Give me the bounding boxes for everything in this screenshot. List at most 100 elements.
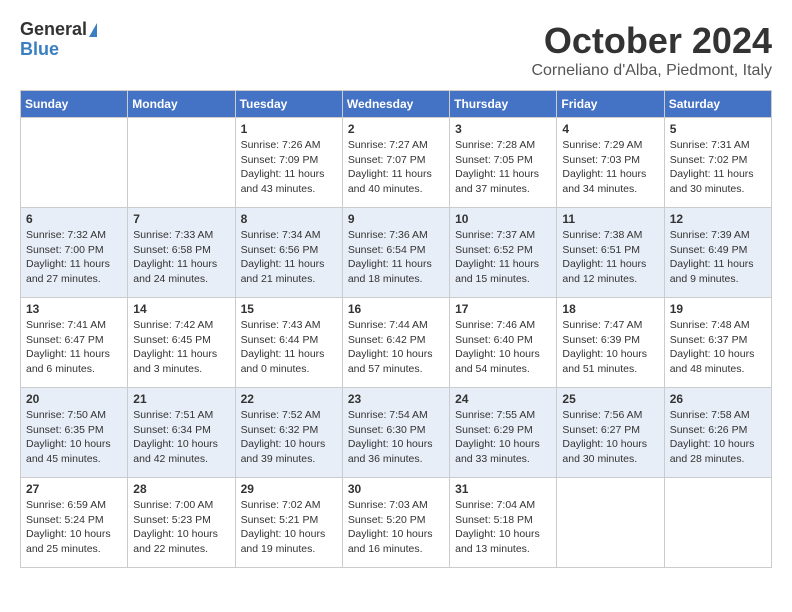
day-content: Sunrise: 7:26 AM Sunset: 7:09 PM Dayligh… bbox=[241, 138, 337, 197]
day-number: 5 bbox=[670, 122, 766, 136]
day-number: 24 bbox=[455, 392, 551, 406]
calendar-cell: 27Sunrise: 6:59 AM Sunset: 5:24 PM Dayli… bbox=[21, 478, 128, 568]
calendar-week-5: 27Sunrise: 6:59 AM Sunset: 5:24 PM Dayli… bbox=[21, 478, 772, 568]
calendar-cell: 6Sunrise: 7:32 AM Sunset: 7:00 PM Daylig… bbox=[21, 208, 128, 298]
day-content: Sunrise: 7:38 AM Sunset: 6:51 PM Dayligh… bbox=[562, 228, 658, 287]
day-content: Sunrise: 7:55 AM Sunset: 6:29 PM Dayligh… bbox=[455, 408, 551, 467]
day-number: 12 bbox=[670, 212, 766, 226]
header-thursday: Thursday bbox=[450, 91, 557, 118]
logo: General Blue bbox=[20, 20, 97, 60]
month-title: October 2024 bbox=[531, 20, 772, 62]
calendar-header: Sunday Monday Tuesday Wednesday Thursday… bbox=[21, 91, 772, 118]
calendar-cell: 2Sunrise: 7:27 AM Sunset: 7:07 PM Daylig… bbox=[342, 118, 449, 208]
calendar-cell: 8 Sunrise: 7:34 AM Sunset: 6:56 PM Daylig… bbox=[235, 208, 342, 298]
day-content: Sunrise: 7:28 AM Sunset: 7:05 PM Dayligh… bbox=[455, 138, 551, 197]
calendar-week-4: 20Sunrise: 7:50 AM Sunset: 6:35 PM Dayli… bbox=[21, 388, 772, 478]
day-number: 14 bbox=[133, 302, 229, 316]
day-content: Sunrise: 7:54 AM Sunset: 6:30 PM Dayligh… bbox=[348, 408, 444, 467]
calendar-cell: 16 Sunrise: 7:44 AM Sunset: 6:42 PM Dayli… bbox=[342, 298, 449, 388]
calendar-cell: 31 Sunrise: 7:04 AM Sunset: 5:18 PM Dayli… bbox=[450, 478, 557, 568]
location-text: Corneliano d'Alba, Piedmont, Italy bbox=[531, 62, 772, 80]
day-number: 26 bbox=[670, 392, 766, 406]
calendar-cell: 13 Sunrise: 7:41 AM Sunset: 6:47 PM Dayli… bbox=[21, 298, 128, 388]
day-number: 31 bbox=[455, 482, 551, 496]
day-number: 25 bbox=[562, 392, 658, 406]
day-content: Sunrise: 7:33 AM Sunset: 6:58 PM Dayligh… bbox=[133, 228, 229, 287]
day-number: 29 bbox=[241, 482, 337, 496]
day-content: Sunrise: 7:48 AM Sunset: 6:37 PM Dayligh… bbox=[670, 318, 766, 377]
day-content: Sunrise: 7:32 AM Sunset: 7:00 PM Dayligh… bbox=[26, 228, 122, 287]
calendar-week-1: 1 Sunrise: 7:26 AM Sunset: 7:09 PM Daylig… bbox=[21, 118, 772, 208]
calendar-cell bbox=[664, 478, 771, 568]
calendar-cell: 11 Sunrise: 7:38 AM Sunset: 6:51 PM Dayli… bbox=[557, 208, 664, 298]
day-number: 23 bbox=[348, 392, 444, 406]
day-number: 21 bbox=[133, 392, 229, 406]
calendar-cell: 10 Sunrise: 7:37 AM Sunset: 6:52 PM Dayli… bbox=[450, 208, 557, 298]
calendar-cell: 5Sunrise: 7:31 AM Sunset: 7:02 PM Daylig… bbox=[664, 118, 771, 208]
day-content: Sunrise: 7:27 AM Sunset: 7:07 PM Dayligh… bbox=[348, 138, 444, 197]
calendar-cell: 14Sunrise: 7:42 AM Sunset: 6:45 PM Dayli… bbox=[128, 298, 235, 388]
header-row: Sunday Monday Tuesday Wednesday Thursday… bbox=[21, 91, 772, 118]
day-number: 11 bbox=[562, 212, 658, 226]
day-content: Sunrise: 7:04 AM Sunset: 5:18 PM Dayligh… bbox=[455, 498, 551, 557]
calendar-body: 1 Sunrise: 7:26 AM Sunset: 7:09 PM Daylig… bbox=[21, 118, 772, 568]
calendar-week-2: 6Sunrise: 7:32 AM Sunset: 7:00 PM Daylig… bbox=[21, 208, 772, 298]
day-number: 30 bbox=[348, 482, 444, 496]
day-number: 7 bbox=[133, 212, 229, 226]
day-content: Sunrise: 7:56 AM Sunset: 6:27 PM Dayligh… bbox=[562, 408, 658, 467]
header-wednesday: Wednesday bbox=[342, 91, 449, 118]
calendar-cell: 12 Sunrise: 7:39 AM Sunset: 6:49 PM Dayli… bbox=[664, 208, 771, 298]
calendar-cell: 17 Sunrise: 7:46 AM Sunset: 6:40 PM Dayli… bbox=[450, 298, 557, 388]
calendar-week-3: 13 Sunrise: 7:41 AM Sunset: 6:47 PM Dayli… bbox=[21, 298, 772, 388]
calendar-cell bbox=[128, 118, 235, 208]
calendar-cell: 23 Sunrise: 7:54 AM Sunset: 6:30 PM Dayli… bbox=[342, 388, 449, 478]
header-monday: Monday bbox=[128, 91, 235, 118]
calendar-cell: 29Sunrise: 7:02 AM Sunset: 5:21 PM Dayli… bbox=[235, 478, 342, 568]
logo-general-text: General bbox=[20, 20, 87, 40]
day-content: Sunrise: 7:50 AM Sunset: 6:35 PM Dayligh… bbox=[26, 408, 122, 467]
day-content: Sunrise: 7:29 AM Sunset: 7:03 PM Dayligh… bbox=[562, 138, 658, 197]
day-number: 15 bbox=[241, 302, 337, 316]
day-number: 1 bbox=[241, 122, 337, 136]
day-content: Sunrise: 7:39 AM Sunset: 6:49 PM Dayligh… bbox=[670, 228, 766, 287]
calendar-cell: 20Sunrise: 7:50 AM Sunset: 6:35 PM Dayli… bbox=[21, 388, 128, 478]
calendar-cell: 15Sunrise: 7:43 AM Sunset: 6:44 PM Dayli… bbox=[235, 298, 342, 388]
calendar-cell: 25 Sunrise: 7:56 AM Sunset: 6:27 PM Dayli… bbox=[557, 388, 664, 478]
page-header: General Blue October 2024 Corneliano d'A… bbox=[20, 20, 772, 80]
calendar-table: Sunday Monday Tuesday Wednesday Thursday… bbox=[20, 90, 772, 568]
day-content: Sunrise: 7:37 AM Sunset: 6:52 PM Dayligh… bbox=[455, 228, 551, 287]
day-number: 13 bbox=[26, 302, 122, 316]
day-content: Sunrise: 7:46 AM Sunset: 6:40 PM Dayligh… bbox=[455, 318, 551, 377]
header-tuesday: Tuesday bbox=[235, 91, 342, 118]
day-number: 8 bbox=[241, 212, 337, 226]
calendar-cell: 28Sunrise: 7:00 AM Sunset: 5:23 PM Dayli… bbox=[128, 478, 235, 568]
day-content: Sunrise: 7:34 AM Sunset: 6:56 PM Dayligh… bbox=[241, 228, 337, 287]
day-number: 17 bbox=[455, 302, 551, 316]
day-content: Sunrise: 7:58 AM Sunset: 6:26 PM Dayligh… bbox=[670, 408, 766, 467]
day-content: Sunrise: 6:59 AM Sunset: 5:24 PM Dayligh… bbox=[26, 498, 122, 557]
calendar-cell: 3 Sunrise: 7:28 AM Sunset: 7:05 PM Daylig… bbox=[450, 118, 557, 208]
calendar-cell: 21 Sunrise: 7:51 AM Sunset: 6:34 PM Dayli… bbox=[128, 388, 235, 478]
calendar-cell: 24 Sunrise: 7:55 AM Sunset: 6:29 PM Dayli… bbox=[450, 388, 557, 478]
day-content: Sunrise: 7:41 AM Sunset: 6:47 PM Dayligh… bbox=[26, 318, 122, 377]
calendar-cell bbox=[557, 478, 664, 568]
day-number: 18 bbox=[562, 302, 658, 316]
logo-blue-text: Blue bbox=[20, 40, 97, 60]
day-content: Sunrise: 7:36 AM Sunset: 6:54 PM Dayligh… bbox=[348, 228, 444, 287]
calendar-cell bbox=[21, 118, 128, 208]
day-number: 4 bbox=[562, 122, 658, 136]
day-number: 16 bbox=[348, 302, 444, 316]
day-number: 10 bbox=[455, 212, 551, 226]
calendar-cell: 1 Sunrise: 7:26 AM Sunset: 7:09 PM Daylig… bbox=[235, 118, 342, 208]
day-content: Sunrise: 7:44 AM Sunset: 6:42 PM Dayligh… bbox=[348, 318, 444, 377]
calendar-cell: 30Sunrise: 7:03 AM Sunset: 5:20 PM Dayli… bbox=[342, 478, 449, 568]
day-content: Sunrise: 7:51 AM Sunset: 6:34 PM Dayligh… bbox=[133, 408, 229, 467]
header-friday: Friday bbox=[557, 91, 664, 118]
day-number: 3 bbox=[455, 122, 551, 136]
calendar-cell: 4 Sunrise: 7:29 AM Sunset: 7:03 PM Daylig… bbox=[557, 118, 664, 208]
day-content: Sunrise: 7:47 AM Sunset: 6:39 PM Dayligh… bbox=[562, 318, 658, 377]
calendar-cell: 22Sunrise: 7:52 AM Sunset: 6:32 PM Dayli… bbox=[235, 388, 342, 478]
header-saturday: Saturday bbox=[664, 91, 771, 118]
header-sunday: Sunday bbox=[21, 91, 128, 118]
title-block: October 2024 Corneliano d'Alba, Piedmont… bbox=[531, 20, 772, 80]
